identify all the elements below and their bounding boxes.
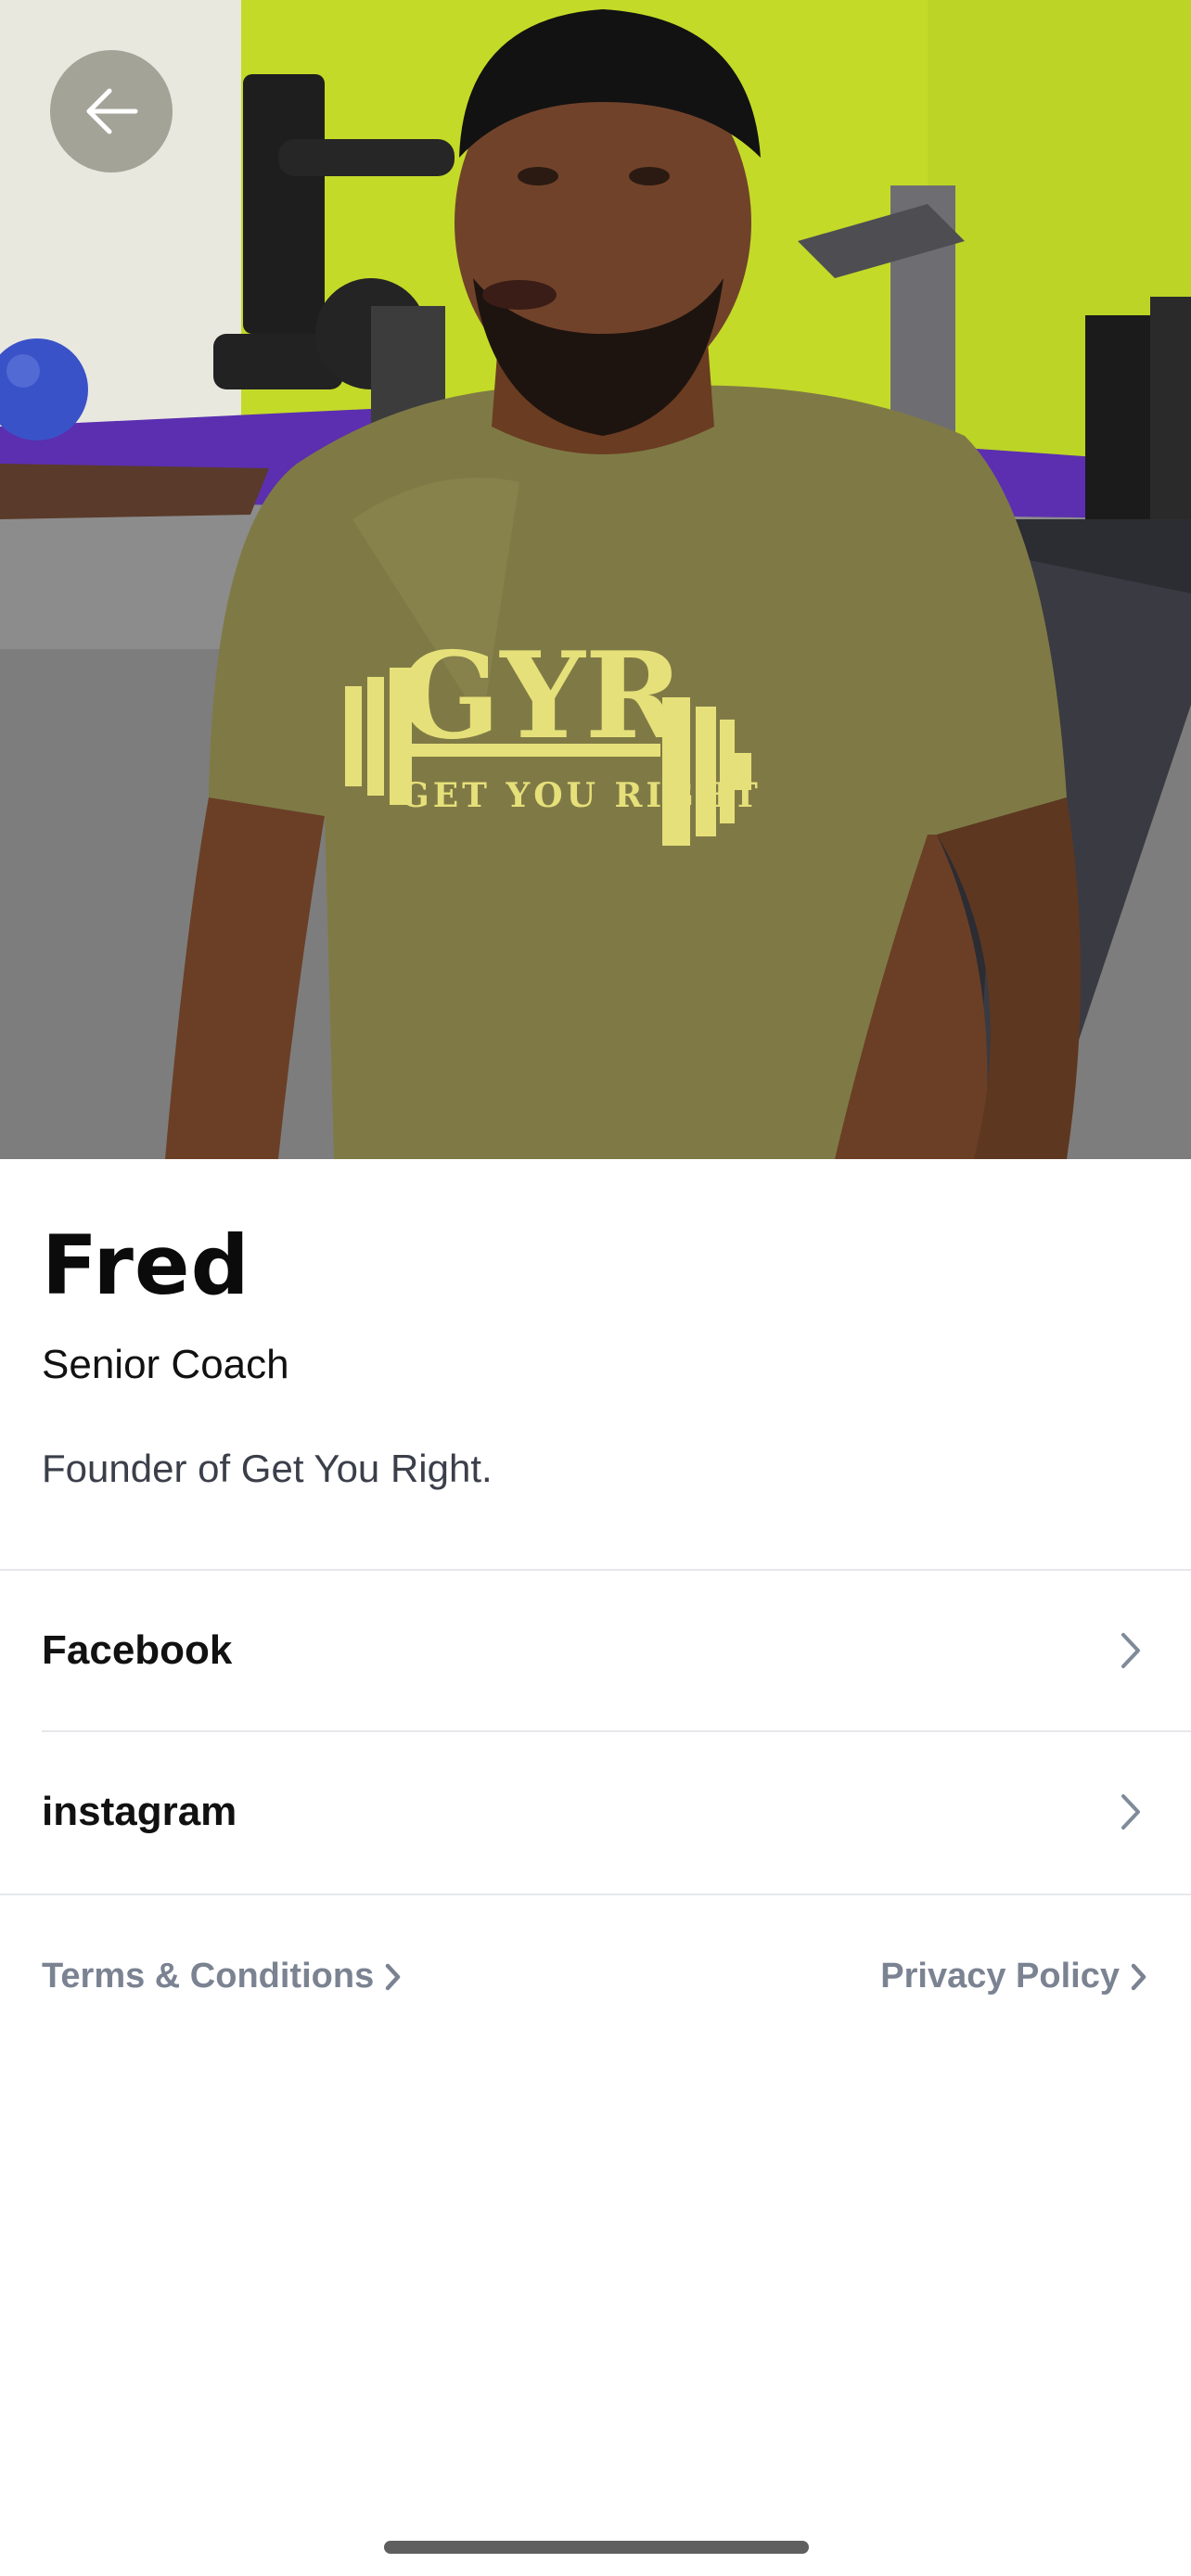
coach-role: Senior Coach [42, 1342, 289, 1387]
terms-link[interactable]: Terms & Conditions [42, 1957, 403, 1996]
home-indicator[interactable] [384, 2541, 809, 2554]
shirt-tagline-text: GET YOU RIGHT [401, 776, 762, 815]
divider [0, 1894, 1191, 1895]
coach-photo-illustration: GYR GET YOU RIGHT [0, 0, 1191, 1159]
back-button[interactable] [50, 50, 173, 172]
terms-link-label: Terms & Conditions [42, 1957, 375, 1996]
chevron-right-icon [1131, 1963, 1146, 1990]
facebook-link[interactable]: Facebook [0, 1571, 1191, 1730]
chevron-right-icon [1112, 1628, 1149, 1673]
chevron-right-icon [1112, 1790, 1149, 1834]
privacy-policy-link-label: Privacy Policy [880, 1957, 1120, 1996]
facebook-link-label: Facebook [42, 1627, 233, 1673]
privacy-policy-link[interactable]: Privacy Policy [880, 1957, 1149, 1996]
chevron-right-icon [385, 1963, 401, 1990]
arrow-left-icon [86, 88, 138, 134]
coach-info: Fred Senior Coach Founder of Get You Rig… [42, 1215, 1146, 1495]
coach-profile-screen: GYR GET YOU RIGHT Fred Senior Coach Foun… [0, 0, 1191, 2576]
shirt-logo-text: GYR [399, 627, 685, 766]
instagram-link[interactable]: instagram [0, 1732, 1191, 1892]
coach-name: Fred [42, 1218, 250, 1313]
coach-bio: Founder of Get You Right. [42, 1447, 493, 1490]
instagram-link-label: instagram [42, 1789, 237, 1834]
coach-photo: GYR GET YOU RIGHT [0, 0, 1191, 1159]
